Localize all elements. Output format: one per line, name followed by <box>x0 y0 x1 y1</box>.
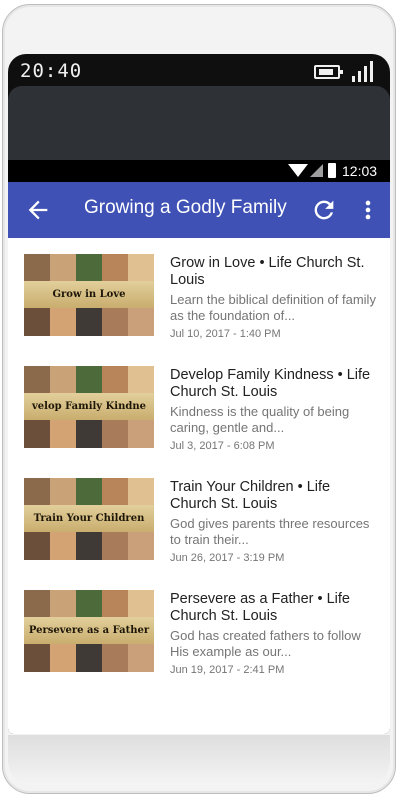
episode-description: Learn the biblical definition of family … <box>170 292 376 323</box>
episode-thumbnail: velop Family Kindne <box>24 366 154 448</box>
overflow-menu-icon[interactable] <box>358 196 378 224</box>
battery-icon <box>314 65 343 79</box>
outer-clock: 20:40 <box>20 60 83 82</box>
episode-thumbnail: Train Your Children <box>24 478 154 560</box>
episode-thumbnail: Grow in Love <box>24 254 154 336</box>
refresh-icon[interactable] <box>310 196 338 224</box>
episode-list: Grow in Love Grow in Love • Life Church … <box>8 238 390 734</box>
outer-status-bar: 20:40 <box>8 54 390 84</box>
status-clock: 12:03 <box>342 163 378 179</box>
episode-date: Jun 19, 2017 - 2:41 PM <box>170 664 285 676</box>
cell-signal-icon <box>310 164 323 177</box>
episode-title: Persevere as a Father • Life Church St. … <box>170 591 350 624</box>
screen: 20:40 12:03 Growing a Godly Family Grow … <box>8 54 390 734</box>
episode-description: Kindness is the quality of being caring,… <box>170 404 350 435</box>
phone-chin <box>8 735 390 785</box>
notification-shade-area <box>8 86 390 160</box>
toolbar-title: Growing a Godly Family <box>84 197 287 218</box>
thumbnail-caption: velop Family Kindne <box>24 393 154 420</box>
episode-title: Train Your Children • Life Church St. Lo… <box>170 479 331 512</box>
episode-date: Jun 26, 2017 - 3:19 PM <box>170 552 285 564</box>
wifi-icon <box>288 164 308 177</box>
episode-thumbnail: Persevere as a Father <box>24 590 154 672</box>
back-arrow-icon[interactable] <box>24 196 52 224</box>
list-item[interactable]: Grow in Love Grow in Love • Life Church … <box>8 238 390 350</box>
battery-charging-icon <box>328 163 336 178</box>
thumbnail-caption: Train Your Children <box>24 505 154 532</box>
app-toolbar: Growing a Godly Family <box>8 182 390 238</box>
thumbnail-caption: Grow in Love <box>24 281 154 308</box>
list-item[interactable]: Persevere as a Father Persevere as a Fat… <box>8 574 390 686</box>
list-item[interactable]: Train Your Children Train Your Children … <box>8 462 390 574</box>
thumbnail-caption: Persevere as a Father <box>24 617 154 644</box>
episode-date: Jul 3, 2017 - 6:08 PM <box>170 440 275 452</box>
episode-date: Jul 10, 2017 - 1:40 PM <box>170 328 281 340</box>
episode-description: God gives parents three resources to tra… <box>170 516 370 547</box>
episode-title: Develop Family Kindness • Life Church St… <box>170 367 371 400</box>
list-item[interactable]: velop Family Kindne Develop Family Kindn… <box>8 350 390 462</box>
episode-title: Grow in Love • Life Church St. Louis <box>170 255 365 288</box>
episode-description: God has created fathers to follow His ex… <box>170 628 361 659</box>
app-status-bar: 12:03 <box>8 160 390 182</box>
signal-icon <box>352 60 378 82</box>
